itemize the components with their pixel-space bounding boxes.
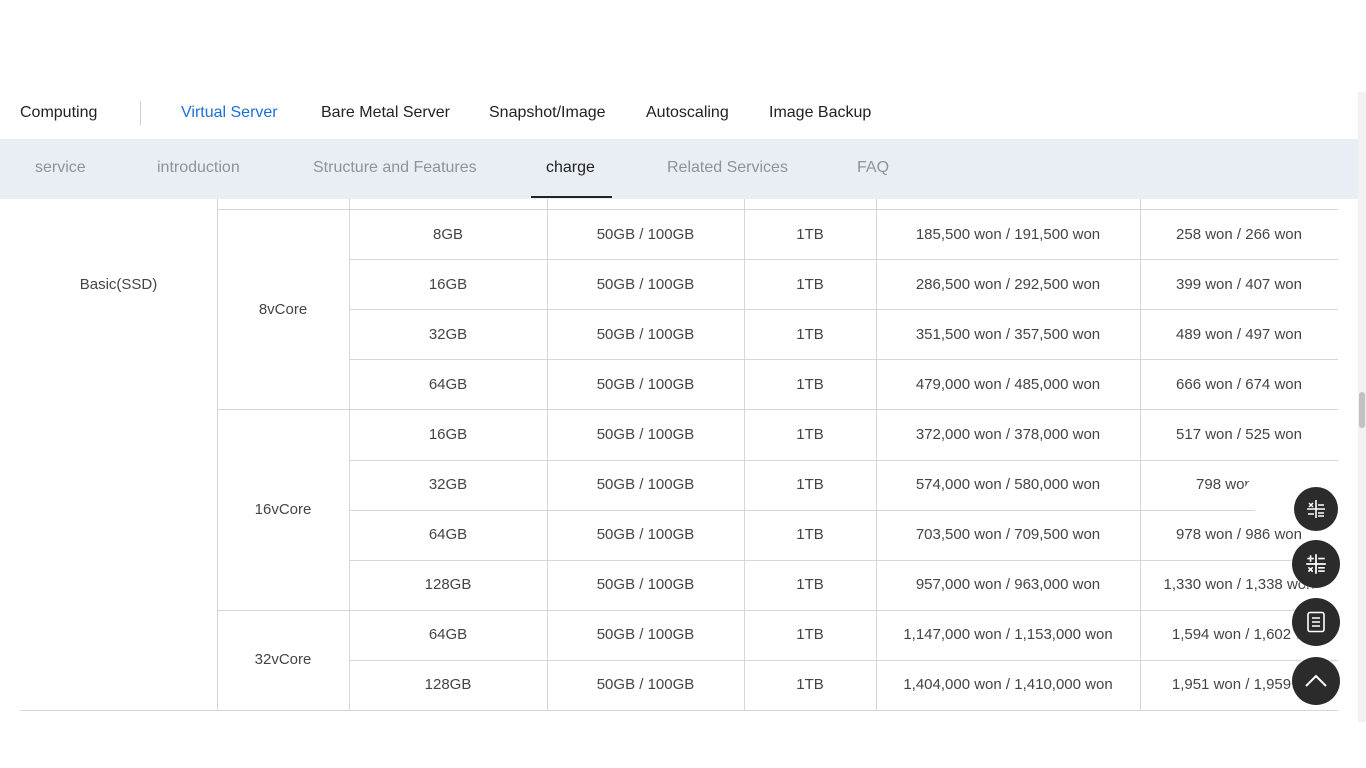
monthly-fee-cell: 351,500 won / 357,500 won	[915, 325, 1101, 343]
hourly-fee-cell: 258 won / 266 won	[1176, 225, 1302, 243]
traffic-cell: 1TB	[796, 476, 824, 494]
tab-related-services[interactable]: Related Services	[667, 159, 788, 177]
column-divider	[547, 199, 548, 710]
row-divider	[349, 510, 1338, 511]
group-divider	[217, 610, 349, 611]
traffic-cell: 1TB	[796, 275, 824, 293]
disk-cell: 50GB / 100GB	[596, 425, 695, 443]
calculator-icon	[1307, 500, 1325, 518]
disk-cell: 50GB / 100GB	[596, 676, 695, 694]
memory-cell: 64GB	[428, 626, 468, 644]
row-divider	[349, 209, 1338, 210]
memory-cell: 32GB	[428, 325, 468, 343]
scrollbar-thumb[interactable]	[1359, 392, 1365, 428]
disk-cell: 50GB / 100GB	[596, 325, 695, 343]
top-nav: Computing Virtual Server Bare Metal Serv…	[0, 92, 1366, 138]
tab-charge[interactable]: charge	[546, 159, 595, 177]
column-divider	[217, 199, 218, 710]
section-tabs: service introduction Structure and Featu…	[0, 139, 1366, 199]
nav-item-autoscaling[interactable]: Autoscaling	[646, 104, 729, 122]
row-divider	[217, 209, 349, 210]
monthly-fee-cell: 1,404,000 won / 1,410,000 won	[903, 676, 1113, 694]
vcore-cell: 16vCore	[254, 501, 312, 519]
vcore-cell: 32vCore	[254, 651, 312, 669]
row-divider	[349, 660, 1338, 661]
monthly-fee-cell: 479,000 won / 485,000 won	[915, 375, 1101, 393]
traffic-cell: 1TB	[796, 626, 824, 644]
arrow-up-icon	[1305, 674, 1327, 687]
group-divider	[217, 409, 349, 410]
row-divider	[349, 560, 1338, 561]
nav-item-image-backup[interactable]: Image Backup	[769, 104, 871, 122]
guide-button[interactable]	[1292, 598, 1340, 646]
tab-service[interactable]: service	[35, 159, 86, 177]
memory-cell: 128GB	[424, 676, 472, 694]
memory-cell: 32GB	[428, 476, 468, 494]
memory-cell: 8GB	[432, 225, 463, 243]
scroll-top-button[interactable]	[1292, 657, 1340, 705]
memory-cell: 64GB	[428, 375, 468, 393]
row-divider	[349, 359, 1338, 360]
monthly-fee-cell: 703,500 won / 709,500 won	[915, 526, 1101, 544]
memory-cell: 16GB	[428, 275, 468, 293]
row-divider	[349, 610, 1338, 611]
monthly-fee-cell: 372,000 won / 378,000 won	[915, 425, 1101, 443]
disk-cell: 50GB / 100GB	[596, 275, 695, 293]
disk-cell: 50GB / 100GB	[596, 526, 695, 544]
traffic-cell: 1TB	[796, 225, 824, 243]
hourly-fee-cell: 517 won / 525 won	[1176, 425, 1302, 443]
hourly-fee-cell: 666 won / 674 won	[1176, 375, 1302, 393]
active-tab-indicator	[531, 196, 612, 198]
disk-cell: 50GB / 100GB	[596, 476, 695, 494]
traffic-cell: 1TB	[796, 676, 824, 694]
monthly-fee-cell: 957,000 won / 963,000 won	[915, 576, 1101, 594]
tab-introduction[interactable]: introduction	[157, 159, 240, 177]
row-divider	[349, 309, 1338, 310]
row-divider	[349, 259, 1338, 260]
calculator-button[interactable]	[1294, 487, 1338, 531]
disk-cell: 50GB / 100GB	[596, 576, 695, 594]
page-scrollbar[interactable]	[1358, 92, 1366, 722]
nav-item-virtual-server[interactable]: Virtual Server	[181, 104, 278, 122]
column-divider	[349, 199, 350, 710]
hourly-fee-cell: 489 won / 497 won	[1176, 325, 1302, 343]
traffic-cell: 1TB	[796, 375, 824, 393]
memory-cell: 16GB	[428, 425, 468, 443]
monthly-fee-cell: 286,500 won / 292,500 won	[915, 275, 1101, 293]
nav-item-bare-metal-server[interactable]: Bare Metal Server	[321, 104, 450, 122]
column-divider	[1140, 199, 1141, 710]
group-divider	[217, 710, 349, 711]
memory-cell: 64GB	[428, 526, 468, 544]
monthly-fee-cell: 574,000 won / 580,000 won	[915, 476, 1101, 494]
tab-faq[interactable]: FAQ	[857, 159, 889, 177]
nav-item-snapshot-image[interactable]: Snapshot/Image	[489, 104, 606, 122]
monthly-fee-cell: 1,147,000 won / 1,153,000 won	[903, 626, 1113, 644]
memory-cell: 128GB	[424, 576, 472, 594]
traffic-cell: 1TB	[796, 526, 824, 544]
disk-type-cell: Basic(SSD)	[79, 276, 158, 293]
hourly-fee-cell: 399 won / 407 won	[1176, 275, 1302, 293]
table-bottom-border	[20, 710, 1338, 711]
calculator-button-2[interactable]	[1292, 540, 1340, 588]
disk-cell: 50GB / 100GB	[596, 626, 695, 644]
document-icon	[1307, 611, 1325, 633]
column-divider	[744, 199, 745, 710]
traffic-cell: 1TB	[796, 576, 824, 594]
vcore-cell: 8vCore	[258, 300, 308, 318]
row-divider	[349, 460, 1338, 461]
category-label[interactable]: Computing	[20, 104, 97, 122]
row-divider	[349, 710, 1338, 711]
monthly-fee-cell: 185,500 won / 191,500 won	[915, 225, 1101, 243]
row-divider	[349, 409, 1338, 410]
calculator-icon	[1306, 554, 1326, 574]
tab-structure-features[interactable]: Structure and Features	[313, 159, 477, 177]
traffic-cell: 1TB	[796, 425, 824, 443]
column-divider	[876, 199, 877, 710]
disk-cell: 50GB / 100GB	[596, 375, 695, 393]
traffic-cell: 1TB	[796, 325, 824, 343]
disk-cell: 50GB / 100GB	[596, 225, 695, 243]
nav-divider	[140, 101, 141, 125]
